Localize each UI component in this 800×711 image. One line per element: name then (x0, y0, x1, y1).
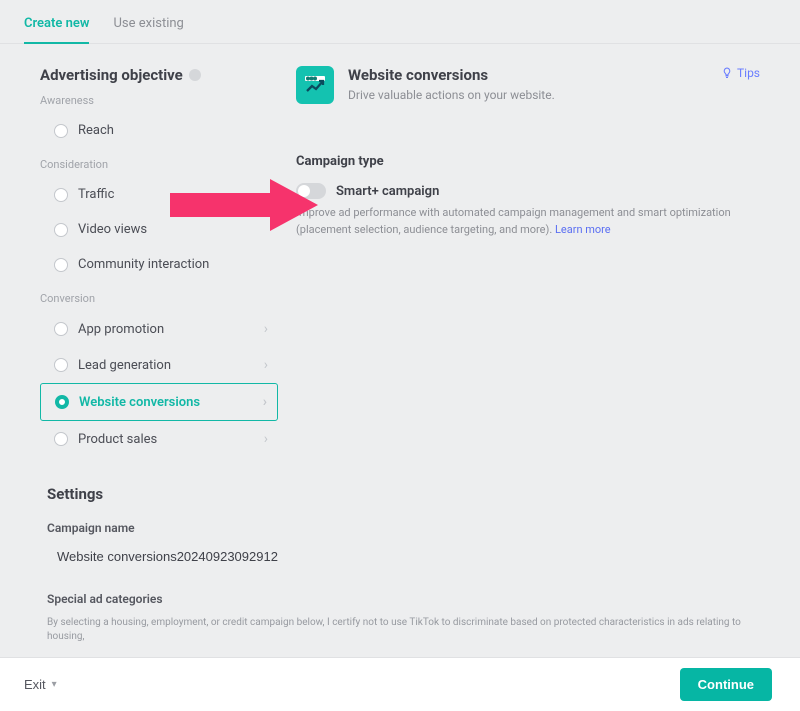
toggle-knob (298, 185, 310, 197)
objective-traffic[interactable]: Traffic (40, 177, 278, 212)
category-awareness: Awareness (40, 94, 278, 107)
sidebar-heading: Advertising objective (40, 66, 278, 84)
settings-heading: Settings (47, 485, 760, 503)
lightbulb-icon (721, 67, 733, 79)
objective-title: Website conversions (348, 66, 555, 84)
chevron-right-icon: › (263, 394, 267, 410)
exit-label: Exit (24, 677, 46, 692)
tab-create-new[interactable]: Create new (24, 16, 89, 43)
tab-use-existing[interactable]: Use existing (113, 16, 183, 43)
sidebar-heading-text: Advertising objective (40, 66, 183, 84)
objective-lead-generation[interactable]: Lead generation › (40, 347, 278, 383)
category-consideration: Consideration (40, 158, 278, 171)
objective-label: Lead generation (78, 358, 171, 373)
objective-label: Video views (78, 222, 147, 237)
radio-icon (54, 188, 68, 202)
chevron-right-icon: › (264, 321, 268, 337)
radio-icon (54, 358, 68, 372)
objective-label: Reach (78, 123, 114, 138)
learn-more-link[interactable]: Learn more (555, 223, 611, 236)
special-ad-categories-desc: By selecting a housing, employment, or c… (47, 616, 760, 644)
settings-block: Settings Campaign name Special ad catego… (47, 485, 760, 644)
objective-label: Community interaction (78, 257, 209, 272)
smart-campaign-label: Smart+ campaign (336, 184, 439, 199)
category-conversion: Conversion (40, 292, 278, 305)
main-panel: Website conversions Drive valuable actio… (296, 66, 800, 457)
continue-button[interactable]: Continue (680, 668, 772, 701)
top-tabs: Create new Use existing (0, 0, 800, 44)
objective-website-conversions[interactable]: Website conversions › (40, 383, 278, 421)
objective-label: Website conversions (79, 395, 200, 410)
radio-icon (54, 432, 68, 446)
website-conversions-icon (296, 66, 334, 104)
objective-community-interaction[interactable]: Community interaction (40, 247, 278, 282)
help-icon[interactable] (189, 69, 201, 81)
tips-label: Tips (737, 66, 760, 80)
objective-product-sales[interactable]: Product sales › (40, 421, 278, 457)
radio-icon (54, 258, 68, 272)
objective-sidebar: Advertising objective Awareness Reach Co… (40, 66, 278, 457)
campaign-name-label: Campaign name (47, 521, 760, 535)
chevron-down-icon: ▾ (52, 679, 57, 690)
radio-icon (54, 124, 68, 138)
objective-subtitle: Drive valuable actions on your website. (348, 88, 555, 102)
chevron-right-icon: › (264, 431, 268, 447)
radio-icon (54, 322, 68, 336)
smart-campaign-toggle[interactable] (296, 183, 326, 199)
radio-icon (54, 223, 68, 237)
campaign-type-desc-text: Improve ad performance with automated ca… (296, 206, 731, 236)
objective-label: Product sales (78, 432, 157, 447)
radio-icon (55, 395, 69, 409)
tips-link[interactable]: Tips (721, 66, 760, 80)
exit-button[interactable]: Exit ▾ (24, 677, 57, 692)
objective-label: Traffic (78, 187, 114, 202)
campaign-type-block: Campaign type Smart+ campaign Improve ad… (296, 154, 760, 238)
footer-bar: Exit ▾ Continue (0, 657, 800, 711)
objective-header: Website conversions Drive valuable actio… (296, 66, 760, 104)
objective-reach[interactable]: Reach (40, 113, 278, 148)
campaign-type-heading: Campaign type (296, 154, 760, 169)
campaign-type-desc: Improve ad performance with automated ca… (296, 205, 760, 238)
special-ad-categories-label: Special ad categories (47, 592, 760, 606)
chevron-right-icon: › (264, 357, 268, 373)
objective-video-views[interactable]: Video views (40, 212, 278, 247)
objective-label: App promotion (78, 322, 164, 337)
objective-app-promotion[interactable]: App promotion › (40, 311, 278, 347)
campaign-name-input[interactable] (47, 545, 760, 568)
